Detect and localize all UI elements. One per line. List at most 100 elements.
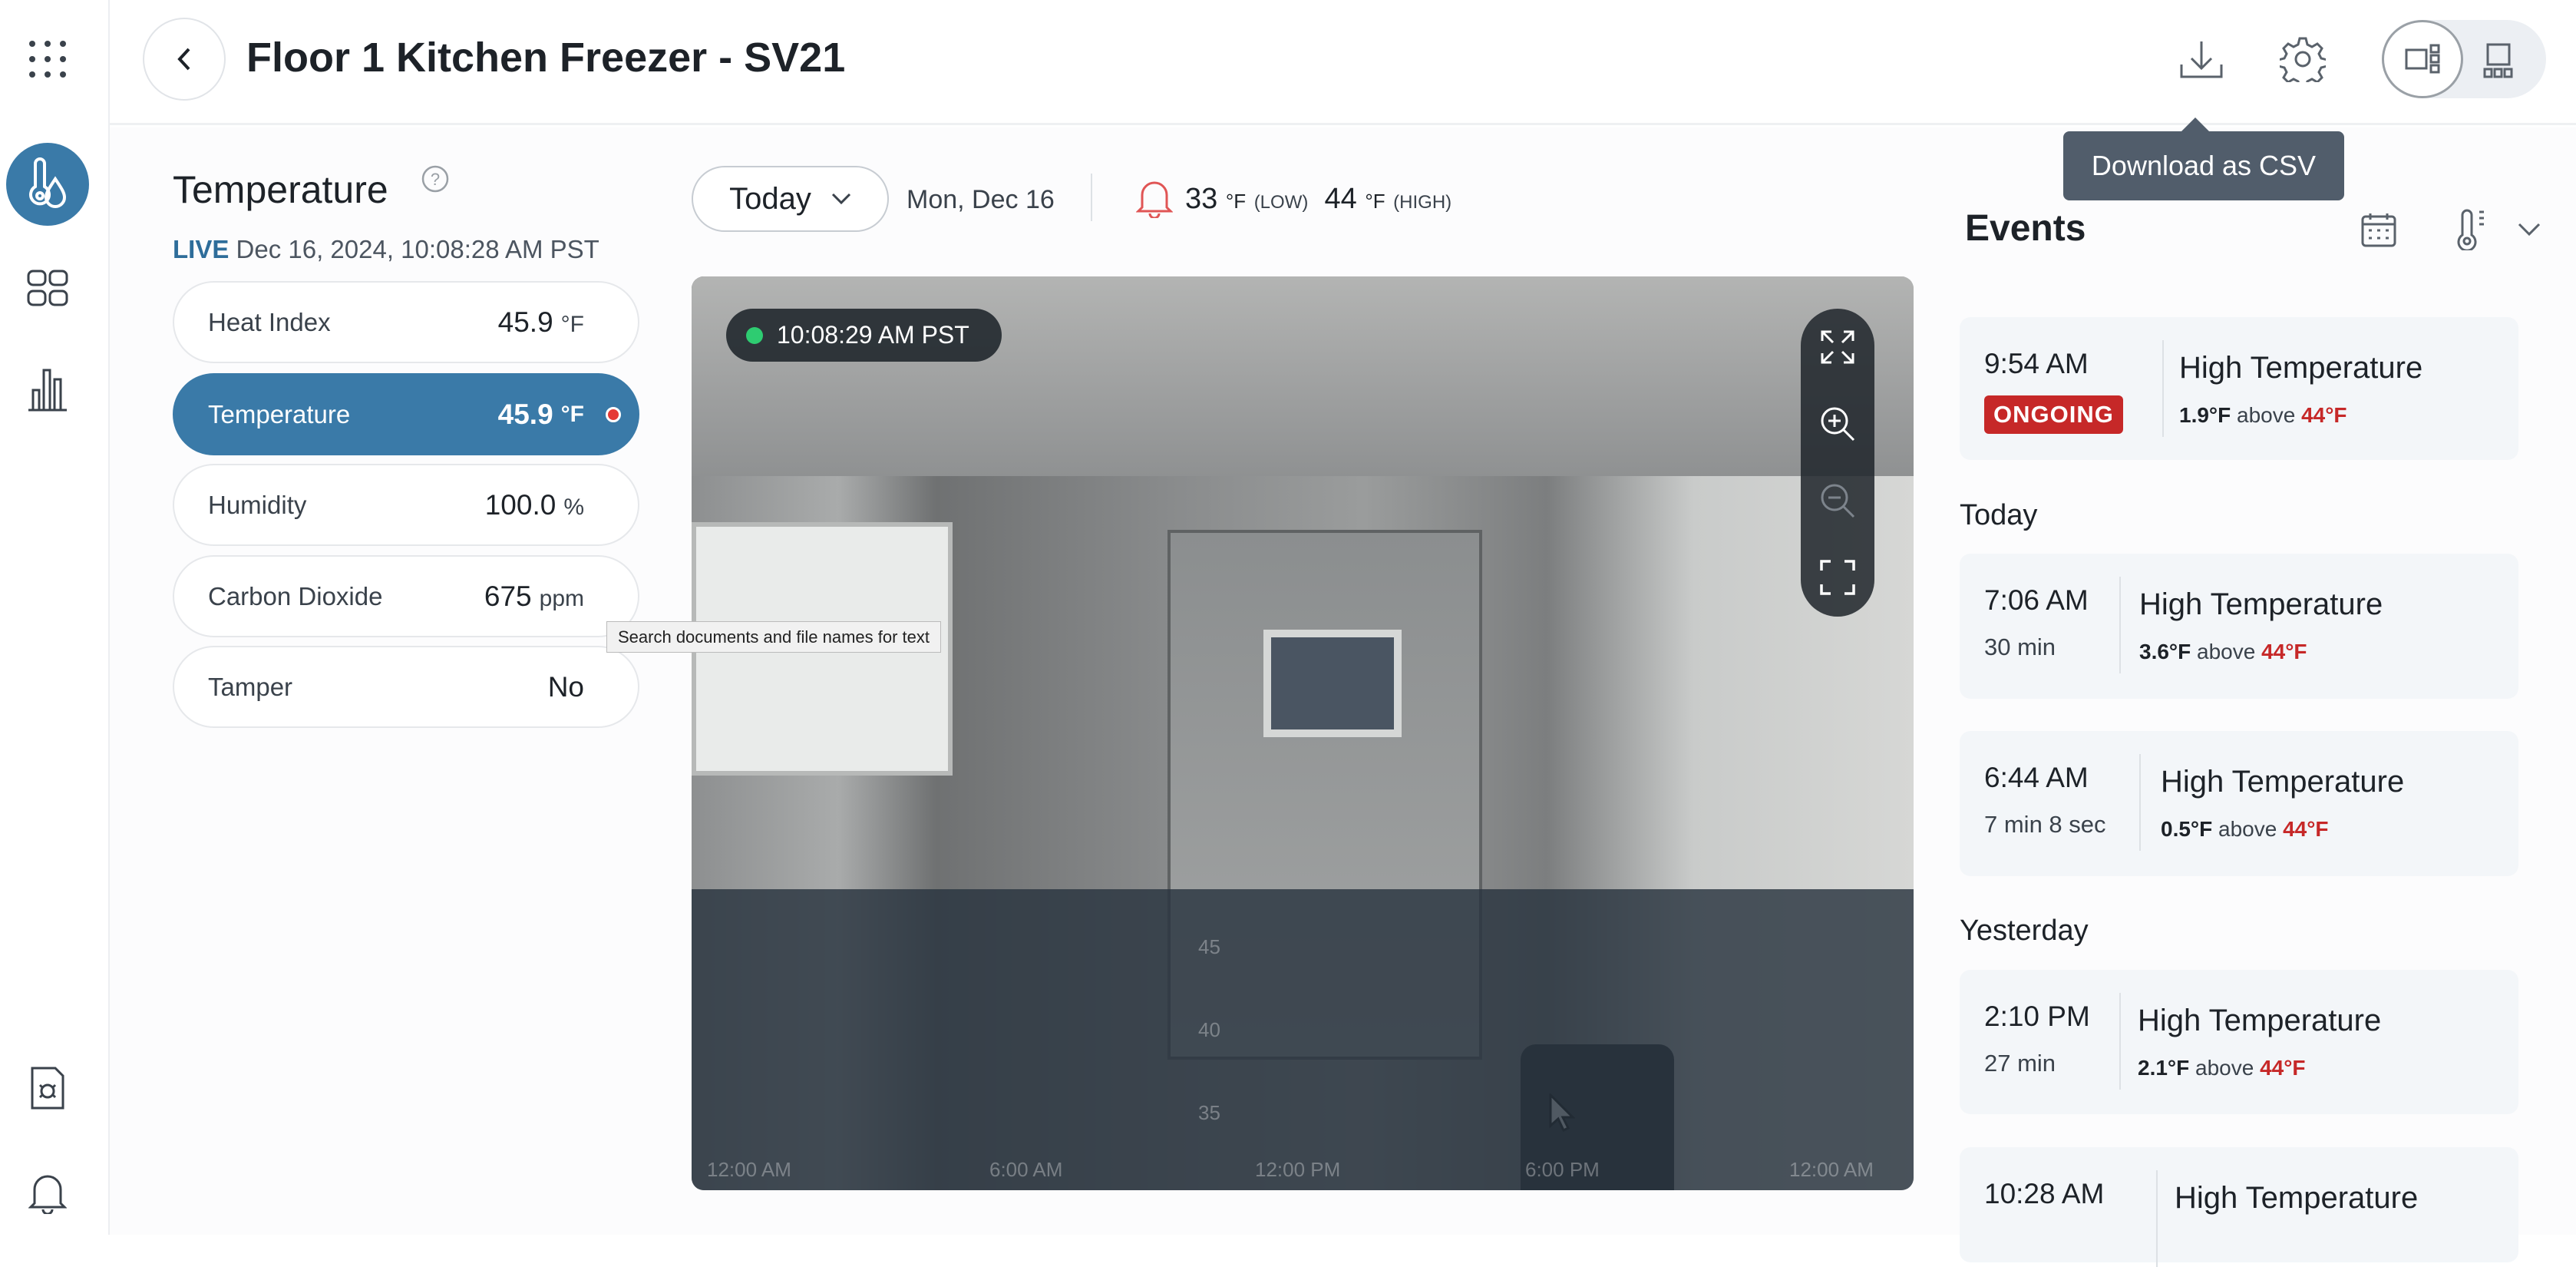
notifications-icon[interactable] xyxy=(27,1172,68,1214)
back-button[interactable] xyxy=(143,18,226,101)
layout-bottom-panel-option[interactable] xyxy=(2483,43,2514,82)
y-tick: 40 xyxy=(1198,1018,1220,1041)
calendar-icon xyxy=(2361,213,2396,247)
svg-text:?: ? xyxy=(431,170,440,189)
sensor-icon[interactable] xyxy=(6,143,89,226)
date-range-value: Today xyxy=(729,181,811,216)
y-tick: 35 xyxy=(1198,1101,1220,1124)
layout-side-panel-option[interactable] xyxy=(2382,20,2463,98)
zoom-in-button[interactable] xyxy=(1801,385,1874,462)
event-threshold: 44°F xyxy=(2283,817,2329,841)
metric-unit: % xyxy=(563,494,584,520)
bottom-layout-icon xyxy=(2483,43,2513,78)
group-label-yesterday: Yesterday xyxy=(1960,915,2089,947)
panel-title: Temperature xyxy=(173,168,388,211)
layout-toggle[interactable] xyxy=(2382,20,2546,98)
metric-label: Carbon Dioxide xyxy=(208,581,383,610)
live-status: LIVE Dec 16, 2024, 10:08:28 AM PST xyxy=(173,235,599,264)
event-card[interactable]: 10:28 AM High Temperature xyxy=(1960,1147,2518,1267)
low-threshold-value: 33 xyxy=(1185,183,1218,215)
door-window xyxy=(1263,630,1402,737)
fit-button[interactable] xyxy=(1801,539,1874,616)
download-csv-button[interactable] xyxy=(2175,32,2228,86)
events-title: Events xyxy=(1965,208,2086,249)
high-threshold-value: 44 xyxy=(1324,183,1357,215)
event-duration: 27 min xyxy=(1984,1050,2056,1077)
event-delta: 0.5°F xyxy=(2161,817,2213,841)
timestamp-text: 10:08:29 AM PST xyxy=(777,321,969,349)
download-tooltip: Download as CSV xyxy=(2063,117,2344,200)
metric-unit: °F xyxy=(560,311,584,337)
divider xyxy=(2156,1170,2158,1267)
divider xyxy=(2162,340,2164,437)
activity-report-icon[interactable] xyxy=(27,1067,68,1110)
apps-icon[interactable] xyxy=(27,38,68,80)
alert-bell-icon xyxy=(1135,178,1174,222)
x-tick: 12:00 AM xyxy=(707,1158,791,1181)
temperature-chart-overlay: 45 40 35 12:00 AM 6:00 AM 12:00 PM 6:00 … xyxy=(692,889,1914,1190)
metric-unit: °F xyxy=(560,401,584,427)
event-delta: 1.9°F xyxy=(2179,403,2231,427)
event-name: High Temperature xyxy=(2138,1004,2382,1037)
metric-heat-index[interactable]: Heat Index 45.9 °F xyxy=(173,281,639,363)
metric-value: 100.0 xyxy=(484,488,556,521)
metric-humidity[interactable]: Humidity 100.0% xyxy=(173,464,639,546)
date-range-dropdown[interactable]: Today xyxy=(692,166,889,232)
event-card[interactable]: 6:44 AM 7 min 8 sec High Temperature 0.5… xyxy=(1960,731,2518,876)
event-threshold: 44°F xyxy=(2301,403,2347,427)
high-unit: °F xyxy=(1365,190,1385,213)
help-icon[interactable]: ? xyxy=(421,164,450,197)
metric-filter-button[interactable] xyxy=(2456,209,2490,254)
event-duration: 7 min 8 sec xyxy=(1984,811,2106,838)
settings-button[interactable] xyxy=(2276,32,2330,86)
event-name: High Temperature xyxy=(2175,1181,2419,1215)
x-tick: 6:00 AM xyxy=(989,1158,1063,1181)
download-icon xyxy=(2180,41,2223,78)
event-time: 6:44 AM xyxy=(1984,762,2089,793)
video-timestamp: 10:08:29 AM PST xyxy=(726,309,1002,362)
live-timestamp: Dec 16, 2024, 10:08:28 AM PST xyxy=(236,235,599,263)
metric-label: Heat Index xyxy=(208,307,331,336)
metric-value: 45.9 xyxy=(497,306,553,338)
metric-value: 675 xyxy=(484,580,532,612)
event-above: above xyxy=(2237,403,2296,427)
event-above: above xyxy=(2197,640,2256,663)
metric-label: Temperature xyxy=(208,399,351,428)
metric-carbon-dioxide[interactable]: Carbon Dioxide 675 ppm xyxy=(173,555,639,637)
event-card-ongoing[interactable]: 9:54 AM ONGOING High Temperature 1.9°F a… xyxy=(1960,317,2518,460)
metric-tamper[interactable]: Tamper No xyxy=(173,646,639,728)
x-tick: 12:00 AM xyxy=(1789,1158,1874,1181)
event-name: High Temperature xyxy=(2161,765,2405,799)
zoom-out-icon xyxy=(1821,484,1855,518)
filter-chevron-down-icon[interactable] xyxy=(2518,223,2541,240)
live-label: LIVE xyxy=(173,235,230,263)
calendar-button[interactable] xyxy=(2361,212,2396,251)
metric-temperature[interactable]: Temperature 45.9 °F xyxy=(173,373,639,455)
dashboard-icon[interactable] xyxy=(27,267,68,309)
ongoing-badge: ONGOING xyxy=(1984,395,2123,434)
zoom-in-icon xyxy=(1821,407,1855,442)
fit-screen-icon xyxy=(1820,560,1855,595)
event-card[interactable]: 7:06 AM 30 min High Temperature 3.6°F ab… xyxy=(1960,554,2518,699)
gear-icon xyxy=(2280,37,2326,82)
event-name: High Temperature xyxy=(2139,587,2383,621)
sidebar xyxy=(0,0,110,1235)
fullscreen-button[interactable] xyxy=(1801,309,1874,385)
metric-value: 45.9 xyxy=(497,398,553,430)
metric-value: No xyxy=(547,670,584,703)
metric-label: Tamper xyxy=(208,672,293,701)
event-delta: 3.6°F xyxy=(2139,640,2191,663)
reports-chart-icon[interactable] xyxy=(27,369,68,412)
chevron-down-icon xyxy=(831,193,850,205)
divider xyxy=(1091,174,1092,221)
event-card[interactable]: 2:10 PM 27 min High Temperature 2.1°F ab… xyxy=(1960,970,2518,1114)
event-above: above xyxy=(2218,817,2277,841)
video-controls xyxy=(1801,309,1874,617)
camera-feed[interactable]: 45 40 35 12:00 AM 6:00 AM 12:00 PM 6:00 … xyxy=(692,276,1914,1190)
group-label-today: Today xyxy=(1960,499,2038,531)
high-label: (HIGH) xyxy=(1393,192,1452,213)
alert-dot-icon xyxy=(606,406,621,422)
zoom-out-button[interactable] xyxy=(1801,462,1874,539)
y-tick: 45 xyxy=(1198,935,1220,958)
event-name: High Temperature xyxy=(2179,351,2423,385)
